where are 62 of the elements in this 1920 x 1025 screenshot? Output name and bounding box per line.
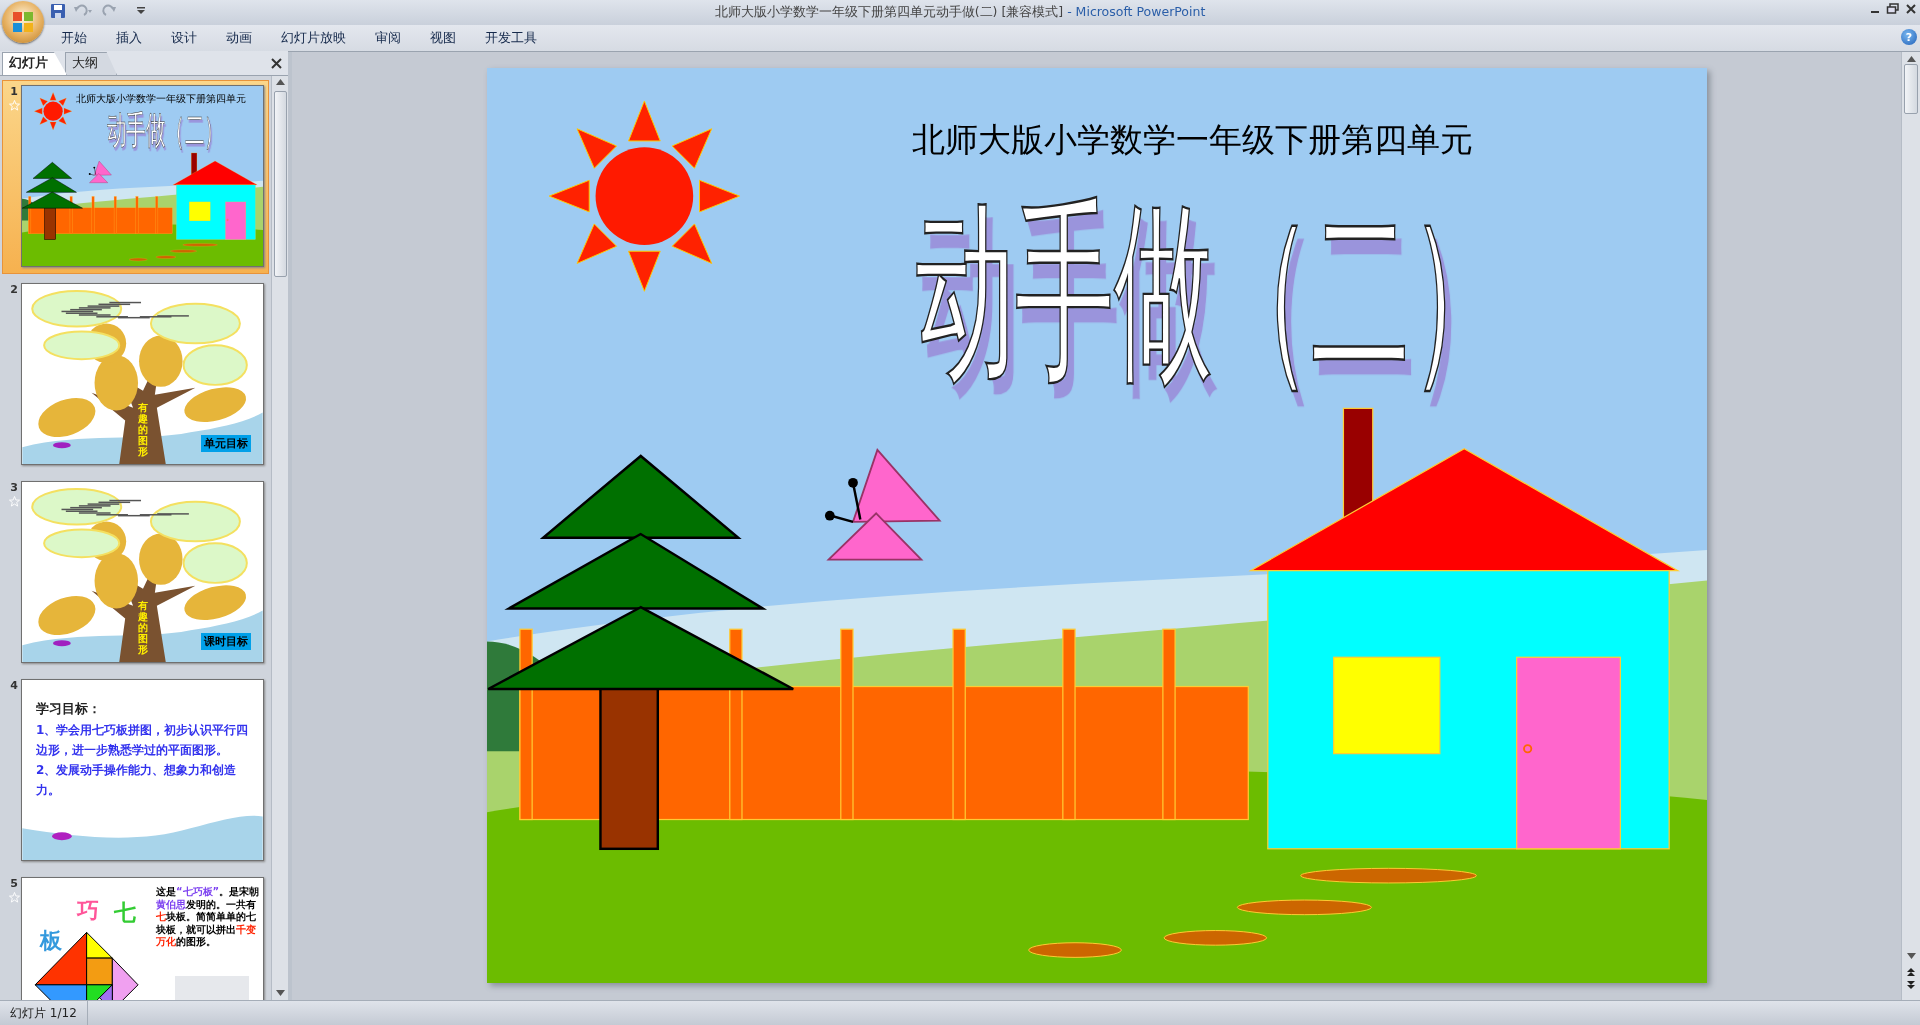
ribbon-tab[interactable]: 开发工具 — [470, 27, 551, 49]
slide-tag: 单元目标 — [201, 435, 251, 452]
thumbnail-item[interactable]: 1 北师大版小学数学一年级下册第四单元 动手做（二） — [2, 80, 269, 274]
customize-menu-icon[interactable] — [136, 6, 146, 16]
document-title: 北师大版小学数学一年级下册第四单元动手做(二) [兼容模式] — [714, 4, 1064, 19]
ribbon-tab[interactable]: 幻灯片放映 — [266, 27, 360, 49]
trunk-label: 有趣的图形 — [138, 600, 148, 655]
tangram-letter: 七 — [114, 899, 136, 927]
slide-number: 1 — [10, 85, 18, 98]
slide-number: 5 — [10, 877, 18, 890]
office-logo — [11, 10, 35, 34]
goal-text: 2、发展动手操作能力、想象力和创造力。 — [36, 762, 238, 799]
slide-tag: 课时目标 — [201, 633, 251, 650]
slide-title: 动手做（二） — [915, 179, 1509, 404]
slide-number: 2 — [10, 283, 18, 296]
slide-counter: 幻灯片 1/12 — [10, 1005, 77, 1022]
ribbon-tab[interactable]: 视图 — [415, 27, 470, 49]
sun-drawing — [34, 92, 72, 130]
slide-number: 3 — [10, 481, 18, 494]
description-text: 这是“七巧板”。是宋朝 黄伯思发明的。一共有 七块板。简简单单的七块板，就可以拼出千变万化的图形。 — [156, 886, 260, 949]
save-icon[interactable] — [50, 3, 66, 19]
ribbon-tab[interactable]: 审阅 — [360, 27, 415, 49]
slide-number: 4 — [10, 679, 18, 692]
app-title: - Microsoft PowerPoint — [1067, 4, 1206, 19]
ribbon-tab[interactable]: 插入 — [101, 27, 156, 49]
panel-tab[interactable]: 大纲 — [65, 52, 117, 75]
slide-subtitle: 北师大版小学数学一年级下册第四单元 — [76, 93, 247, 105]
office-button[interactable] — [2, 1, 44, 43]
goals-heading: 学习目标： — [36, 700, 102, 718]
ribbon-tab[interactable]: 动画 — [211, 27, 266, 49]
stepping-stone — [170, 249, 197, 253]
thumbnail-item[interactable]: 4 学习目标： 1、学会用七巧板拼图，初步认识平行四边形，进一步熟悉学过的平面图形。 2、发展动手操作能力、想象力和创造力。 — [2, 674, 269, 868]
panel-tab[interactable]: 幻灯片 — [2, 52, 67, 75]
stepping-stone — [155, 255, 177, 259]
boat-icon — [52, 832, 72, 841]
stepping-stone — [182, 243, 218, 247]
thumbnail-item[interactable]: 3 有趣的图形 课时目标 — [2, 476, 269, 670]
close-icon[interactable] — [1904, 3, 1918, 15]
scroll-up-icon[interactable] — [275, 79, 285, 85]
close-icon[interactable] — [271, 58, 282, 69]
thumbnail-item[interactable]: 5 巧 七 板 这是“七巧板”。是宋朝 黄伯思发明的。一共有 七块板。简简单单的七块板，就可以拼出千变万化的图形。 — [2, 872, 269, 1000]
thumbnail-item[interactable]: 2 有趣的图形 单元目标 — [2, 278, 269, 472]
trunk-label: 有趣的图形 — [138, 402, 148, 457]
restore-icon[interactable] — [1886, 3, 1900, 15]
scrollbar[interactable] — [271, 76, 288, 1000]
scroll-down-icon[interactable] — [1906, 953, 1916, 959]
goal-text: 1、学会用七巧板拼图，初步认识平行四边形，进一步熟悉学过的平面图形。 — [36, 722, 250, 759]
next-slide-icon[interactable] — [1906, 980, 1916, 990]
ribbon-tab[interactable]: 设计 — [156, 27, 211, 49]
scroll-up-icon[interactable] — [1906, 56, 1916, 62]
stepping-stone — [128, 258, 148, 262]
ribbon-tab[interactable]: 开始 — [46, 27, 101, 49]
butterfly-drawing — [88, 160, 112, 183]
scrollbar-thumb[interactable] — [1904, 64, 1918, 114]
tangram-letter: 巧 — [77, 897, 99, 925]
scroll-down-icon[interactable] — [275, 990, 285, 996]
tangram-letter: 板 — [40, 927, 62, 955]
previous-slide-icon[interactable] — [1906, 967, 1916, 977]
slide-title: 动手做（二） — [106, 107, 224, 152]
slide-subtitle: 北师大版小学数学一年级下册第四单元 — [911, 119, 1473, 159]
scrollbar[interactable] — [1901, 51, 1920, 1000]
scrollbar-thumb[interactable] — [273, 91, 287, 277]
